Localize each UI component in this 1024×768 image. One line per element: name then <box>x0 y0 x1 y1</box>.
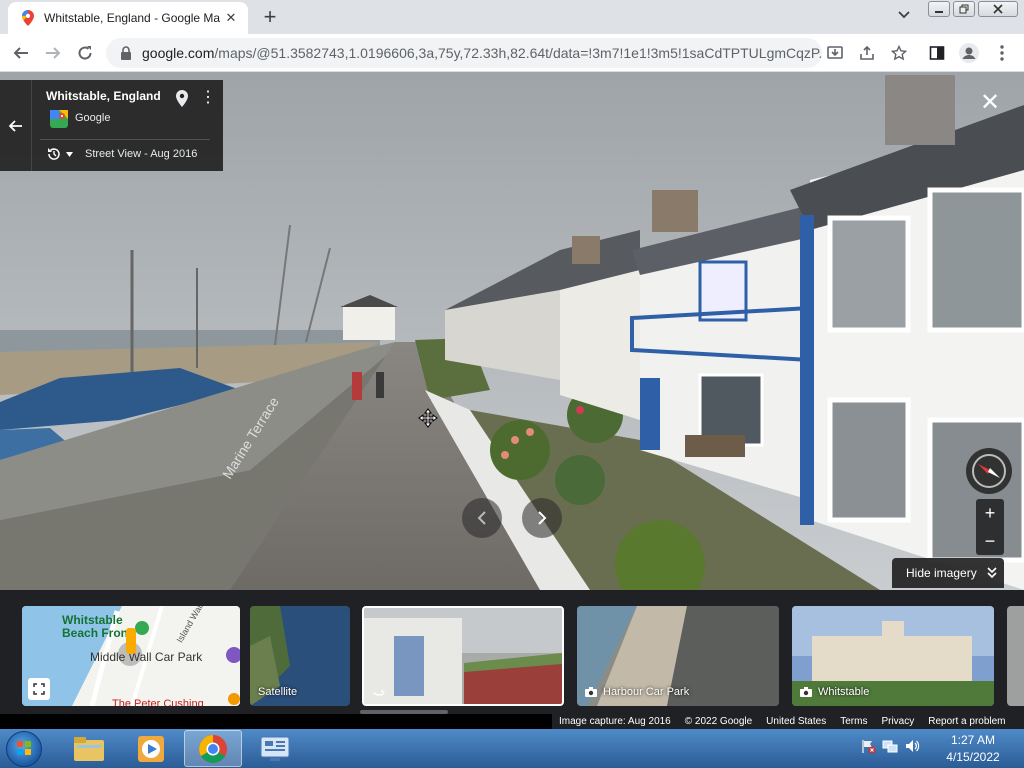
url-path: /maps/@51.3582743,1.0196606,3a,75y,72.33… <box>214 45 822 61</box>
imagery-filmstrip: Whitstable Beach Front Island Wall Middl… <box>0 590 1024 714</box>
whitstable-thumbnail[interactable]: Whitstable <box>792 606 994 706</box>
thumb-caption: Whitstable <box>800 686 869 698</box>
filmstrip-scrollbar[interactable] <box>360 710 448 714</box>
360-icon <box>373 689 385 696</box>
image-capture-date: Image capture: Aug 2016 <box>559 716 671 727</box>
browser-toolbar: google.com/maps/@51.3582743,1.0196606,3a… <box>0 34 1024 72</box>
history-label: Street View - Aug 2016 <box>85 148 198 160</box>
hide-imagery-label: Hide imagery <box>906 566 977 580</box>
source-name: Google <box>75 112 111 124</box>
back-arrow-icon[interactable] <box>0 80 32 171</box>
browser-tab-strip: Whitstable, England - Google Ma ✕ + <box>0 0 1024 34</box>
next-thumbnail-partial[interactable] <box>1007 606 1024 706</box>
history-clock-icon <box>48 148 60 160</box>
system-tray <box>860 729 920 768</box>
address-bar[interactable]: google.com/maps/@51.3582743,1.0196606,3a… <box>106 38 822 68</box>
expand-icon[interactable] <box>28 678 50 700</box>
close-icon[interactable]: ✕ <box>222 9 240 27</box>
nav-forward-arrow-icon[interactable] <box>522 498 562 538</box>
thumb-caption <box>372 686 392 696</box>
history-selector[interactable]: Street View - Aug 2016 <box>46 146 197 162</box>
share-icon[interactable] <box>856 42 878 64</box>
nav-back-arrow-icon[interactable] <box>462 498 502 538</box>
camera-icon <box>800 687 812 697</box>
forward-arrow-icon[interactable] <box>42 42 64 64</box>
back-arrow-icon[interactable] <box>10 42 32 64</box>
tab-google-maps[interactable]: Whitstable, England - Google Ma ✕ <box>8 2 248 34</box>
close-icon[interactable]: ✕ <box>978 91 1002 116</box>
terms-link[interactable]: Terms <box>840 716 867 727</box>
copyright: © 2022 Google <box>684 716 753 727</box>
divider <box>40 139 210 140</box>
hide-imagery-button[interactable]: Hide imagery <box>892 558 1004 588</box>
kebab-menu-icon[interactable]: ⋮ <box>200 90 216 106</box>
compass-icon[interactable] <box>966 448 1012 494</box>
clock-time: 1:27 AM <box>950 733 996 747</box>
plus-icon[interactable]: + <box>258 6 282 30</box>
harbour-car-park-thumbnail[interactable]: Harbour Car Park <box>577 606 779 706</box>
chrome-icon[interactable] <box>184 730 242 767</box>
lock-icon[interactable] <box>120 46 132 63</box>
pegman-icon <box>126 628 136 654</box>
location-pin-icon[interactable] <box>176 90 188 113</box>
media-player-icon[interactable] <box>122 730 180 767</box>
taskbar-clock[interactable]: 1:27 AM 4/15/2022 <box>930 732 1016 766</box>
attribution-bar: Image capture: Aug 2016 © 2022 Google Un… <box>552 714 1024 729</box>
map-label-carpark: Middle Wall Car Park <box>90 650 203 664</box>
zoom-out-button[interactable]: − <box>976 527 1004 555</box>
chevron-down-icon[interactable] <box>894 8 914 28</box>
profile-icon[interactable] <box>958 42 980 64</box>
thumb-caption: Harbour Car Park <box>585 686 689 698</box>
tab-title: Whitstable, England - Google Ma <box>44 11 221 25</box>
report-problem-link[interactable]: Report a problem <box>928 716 1005 727</box>
streetview-info-card: Whitstable, England Google ⋮ Street View… <box>0 80 223 171</box>
double-chevron-down-icon <box>987 567 997 579</box>
download-icon[interactable] <box>824 42 846 64</box>
street-view-thumbnail-selected[interactable] <box>362 606 564 706</box>
windows-taskbar: 1:27 AM 4/15/2022 <box>0 729 1024 768</box>
kebab-menu-icon[interactable] <box>991 42 1013 64</box>
restore-icon[interactable] <box>953 1 975 17</box>
network-icon[interactable] <box>882 738 898 759</box>
thumb-caption: Satellite <box>258 686 298 698</box>
close-icon[interactable] <box>978 1 1018 17</box>
minimize-icon[interactable] <box>928 1 950 17</box>
map-label-beach: Whitstable Beach Front <box>62 613 133 640</box>
reload-icon[interactable] <box>74 42 96 64</box>
google-maps-logo <box>50 110 68 128</box>
country-link[interactable]: United States <box>766 716 826 727</box>
url-host: google.com <box>142 45 215 61</box>
privacy-link[interactable]: Privacy <box>881 716 914 727</box>
zoom-in-button[interactable]: + <box>976 499 1004 527</box>
map-label-bottom: The Peter Cushing <box>112 698 204 706</box>
map-thumbnail[interactable]: Whitstable Beach Front Island Wall Middl… <box>22 606 240 706</box>
start-button-icon[interactable] <box>6 731 42 767</box>
control-panel-icon[interactable] <box>246 730 304 767</box>
sidebar-icon[interactable] <box>926 42 948 64</box>
camera-icon <box>585 687 597 697</box>
action-center-flag-icon[interactable] <box>860 738 876 759</box>
star-icon[interactable] <box>888 42 910 64</box>
dropdown-caret-icon <box>66 151 73 157</box>
maps-favicon <box>20 10 36 26</box>
file-explorer-icon[interactable] <box>60 730 118 767</box>
clock-date: 4/15/2022 <box>946 750 1000 764</box>
satellite-thumbnail[interactable]: Satellite <box>250 606 350 706</box>
place-name: Whitstable, England <box>46 89 161 103</box>
volume-icon[interactable] <box>904 738 920 759</box>
